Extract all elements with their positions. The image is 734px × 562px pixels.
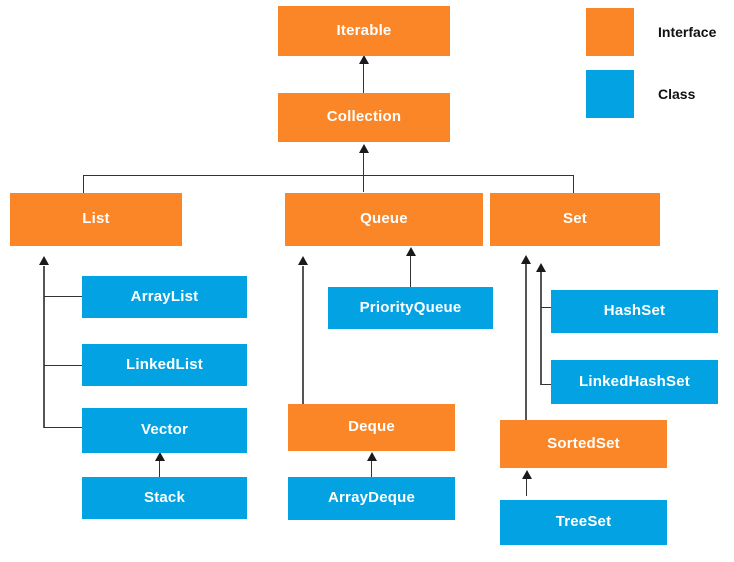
node-stack[interactable]: Stack <box>82 477 247 519</box>
node-priorityqueue-label: PriorityQueue <box>359 298 462 316</box>
node-hashset-label: HashSet <box>603 302 666 320</box>
node-sortedset[interactable]: SortedSet <box>500 420 667 468</box>
edge-priorityqueue-to-queue-arrow-icon <box>406 247 416 256</box>
node-queue[interactable]: Queue <box>285 193 483 246</box>
node-linkedlist-label: LinkedList <box>125 355 203 373</box>
node-queue-label: Queue <box>360 210 408 228</box>
edge-linkedlist-stub-line <box>44 365 82 366</box>
legend-item-class: Class <box>586 70 716 118</box>
node-arraylist-label: ArrayList <box>130 287 199 305</box>
node-arraylist[interactable]: ArrayList <box>82 276 247 318</box>
edge-list-spine-line <box>43 266 45 428</box>
node-arraydeque[interactable]: ArrayDeque <box>288 477 455 520</box>
edge-deque-to-queue-line <box>302 266 304 404</box>
edge-bus-riser-line <box>363 152 364 176</box>
edge-arraylist-stub-line <box>44 296 82 297</box>
edge-arraydeque-to-deque-line <box>371 460 372 478</box>
legend: Interface Class <box>586 8 716 132</box>
node-iterable-label: Iterable <box>336 21 392 39</box>
edge-hashset-spine-arrow-icon <box>536 263 546 272</box>
node-deque-label: Deque <box>348 418 395 436</box>
node-priorityqueue[interactable]: PriorityQueue <box>328 287 493 329</box>
class-hierarchy-diagram: Interface Class Iterable Collection List… <box>0 0 734 562</box>
edge-deque-to-queue-arrow-icon <box>298 256 308 265</box>
edge-treeset-to-sortedset-line <box>526 478 527 496</box>
edge-hashset-spine-line <box>540 272 542 385</box>
node-vector[interactable]: Vector <box>82 408 247 453</box>
edge-treeset-to-sortedset-arrow-icon <box>522 470 532 479</box>
legend-swatch-interface-icon <box>586 8 634 56</box>
edge-vector-stub-line <box>44 427 82 428</box>
node-linkedhashset[interactable]: LinkedHashSet <box>551 360 718 404</box>
node-vector-label: Vector <box>140 421 189 439</box>
edge-sortedset-to-set-line <box>525 264 527 421</box>
edge-stack-to-vector-line <box>159 460 160 478</box>
node-linkedhashset-label: LinkedHashSet <box>579 372 690 390</box>
legend-label-class: Class <box>658 86 696 102</box>
node-set-label: Set <box>563 210 587 228</box>
edge-collection-to-iterable-arrow-icon <box>359 55 369 64</box>
edge-priorityqueue-to-queue-line <box>410 256 411 288</box>
edge-bus-drop-list-line <box>83 175 84 193</box>
node-deque[interactable]: Deque <box>288 404 455 451</box>
node-linkedlist[interactable]: LinkedList <box>82 344 247 386</box>
node-list-label: List <box>82 210 110 228</box>
node-collection-label: Collection <box>326 108 402 126</box>
edge-stack-to-vector-arrow-icon <box>155 452 165 461</box>
node-sortedset-label: SortedSet <box>547 434 620 452</box>
node-treeset[interactable]: TreeSet <box>500 500 667 545</box>
node-stack-label: Stack <box>143 488 186 506</box>
legend-label-interface: Interface <box>658 24 717 40</box>
node-collection[interactable]: Collection <box>278 93 450 142</box>
node-hashset[interactable]: HashSet <box>551 290 718 333</box>
node-set[interactable]: Set <box>490 193 660 246</box>
node-list[interactable]: List <box>10 193 182 246</box>
edge-bus-drop-set-line <box>573 175 574 193</box>
edge-list-spine-arrow-icon <box>39 256 49 265</box>
edge-arraydeque-to-deque-arrow-icon <box>367 452 377 461</box>
edge-bus-to-collection-arrow-icon <box>359 144 369 153</box>
edge-collection-to-iterable-line <box>363 63 364 93</box>
edge-sortedset-to-set-arrow-icon <box>521 255 531 264</box>
node-arraydeque-label: ArrayDeque <box>327 489 416 507</box>
edge-bus-horizontal-line <box>83 175 574 176</box>
node-treeset-label: TreeSet <box>555 513 612 531</box>
legend-swatch-class-icon <box>586 70 634 118</box>
legend-item-interface: Interface <box>586 8 716 56</box>
node-iterable[interactable]: Iterable <box>278 6 450 56</box>
